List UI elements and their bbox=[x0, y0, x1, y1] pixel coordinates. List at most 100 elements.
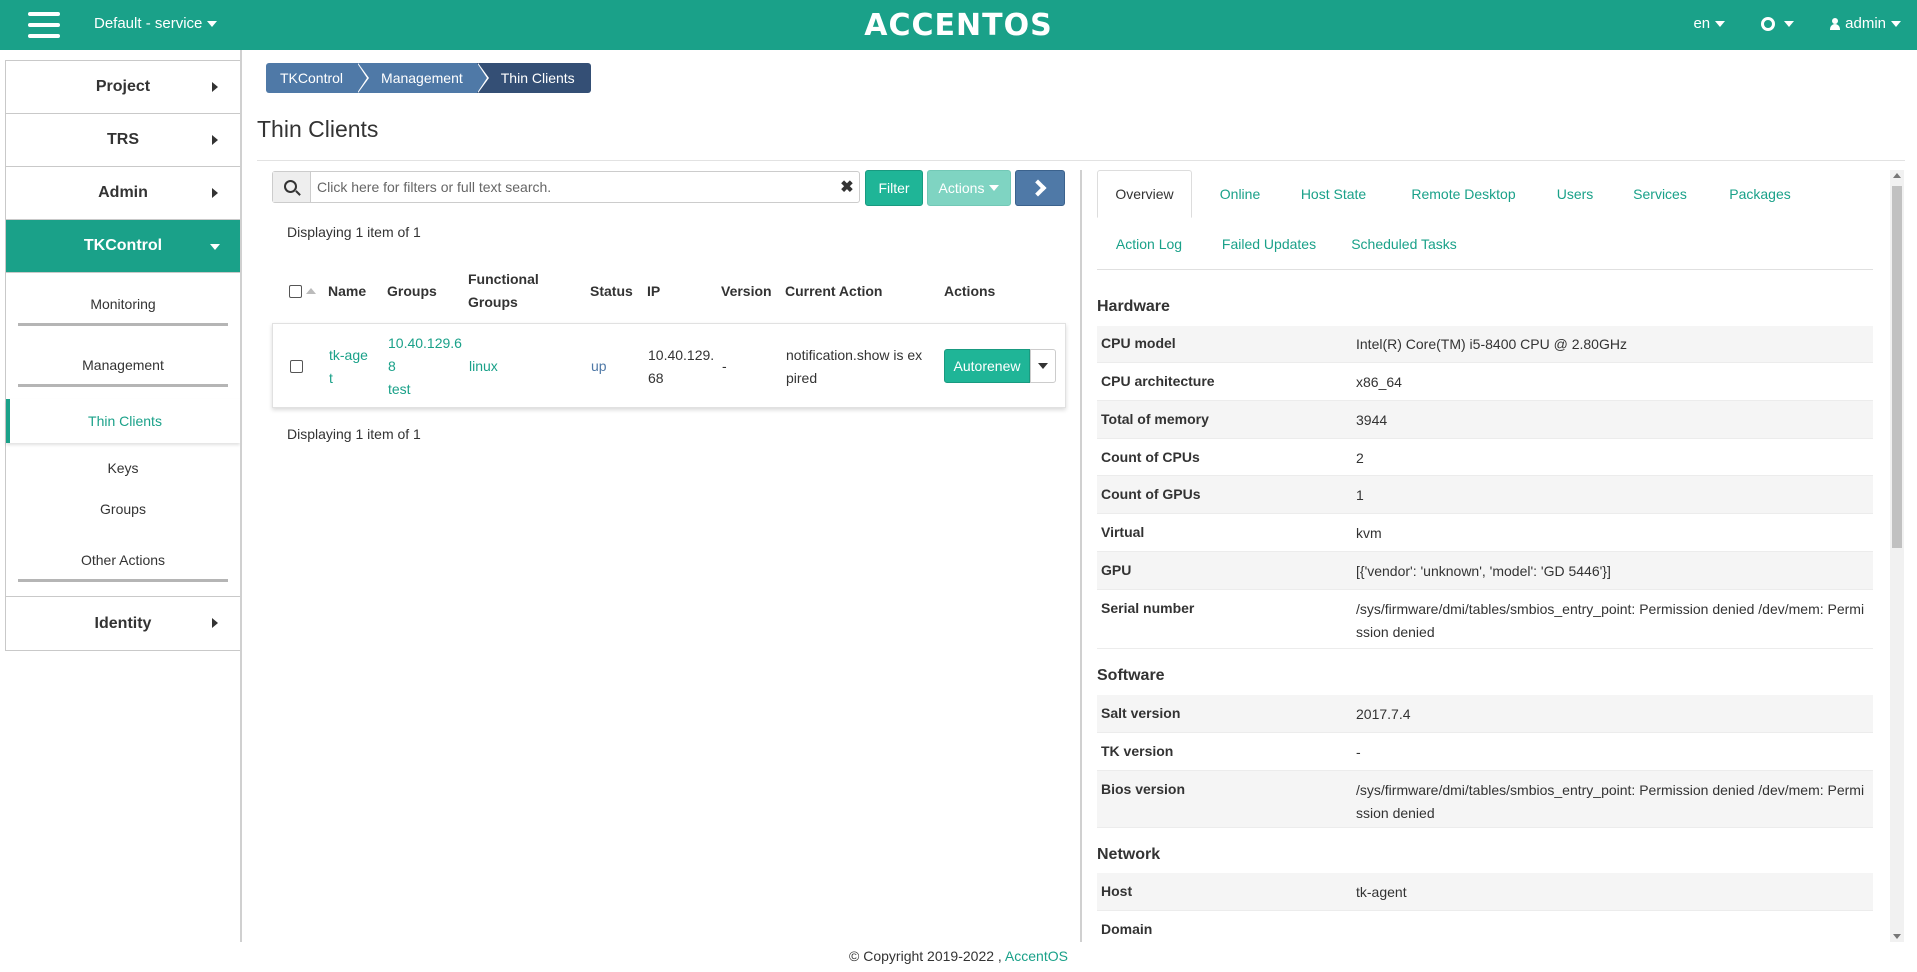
filter-button[interactable]: Filter bbox=[865, 170, 923, 206]
tab-users[interactable]: Users bbox=[1544, 170, 1606, 218]
column-header-functional-groups[interactable]: Functional Groups bbox=[468, 265, 539, 317]
row-actions-dropdown-toggle[interactable] bbox=[1030, 349, 1056, 383]
select-all-checkbox[interactable] bbox=[289, 284, 302, 298]
menu-toggle-icon[interactable] bbox=[28, 12, 60, 38]
breadcrumb-item-management[interactable]: Management bbox=[357, 63, 489, 93]
next-button[interactable] bbox=[1015, 170, 1065, 206]
select-all-cell bbox=[289, 265, 316, 317]
sidebar-subgroup-monitoring[interactable]: Monitoring bbox=[6, 273, 240, 334]
detail-row-virtual: Virtual kvm bbox=[1097, 514, 1873, 552]
chevron-right-icon bbox=[212, 618, 218, 628]
scroll-up-icon[interactable] bbox=[1893, 173, 1901, 178]
detail-key: Total of memory bbox=[1101, 411, 1209, 427]
detail-value: Intel(R) Core(TM) i5-8400 CPU @ 2.80GHz bbox=[1356, 336, 1627, 352]
column-header-name[interactable]: Name bbox=[328, 265, 366, 317]
row-functional-group-link[interactable]: linux bbox=[469, 324, 498, 409]
tab-overview[interactable]: Overview bbox=[1097, 170, 1192, 218]
scroll-down-icon[interactable] bbox=[1893, 934, 1901, 939]
sidebar-item-label: Groups bbox=[100, 500, 146, 517]
detail-value: kvm bbox=[1356, 525, 1382, 541]
project-selector[interactable]: Default - service bbox=[94, 15, 218, 32]
sidebar-item-identity[interactable]: Identity bbox=[6, 597, 240, 650]
detail-row-bios-version: Bios version/sys/firmware/dmi/tables/smb… bbox=[1097, 771, 1873, 828]
table-header: Name Groups Functional Groups Status IP V… bbox=[272, 265, 1066, 317]
detail-row-serial-number: Serial number/sys/firmware/dmi/tables/sm… bbox=[1097, 590, 1873, 649]
sort-icon[interactable] bbox=[306, 288, 316, 294]
detail-key: Serial number bbox=[1101, 600, 1195, 616]
row-name-link[interactable]: tk-age t bbox=[329, 324, 368, 409]
detail-value: /sys/firmware/dmi/tables/smbios_entry_po… bbox=[1356, 782, 1865, 821]
actions-label: Actions bbox=[938, 180, 985, 196]
search-icon bbox=[284, 179, 297, 193]
row-name-text: t bbox=[329, 369, 333, 386]
chevron-down-icon bbox=[989, 185, 1000, 191]
item-count-bottom: Displaying 1 item of 1 bbox=[287, 426, 421, 442]
scroll-thumb[interactable] bbox=[1892, 186, 1902, 548]
sidebar-item-groups[interactable]: Groups bbox=[6, 488, 240, 529]
tab-scheduled-tasks[interactable]: Scheduled Tasks bbox=[1337, 220, 1471, 268]
chevron-right-icon bbox=[1029, 179, 1046, 197]
row-current-action-text: notification.show is ex bbox=[786, 346, 923, 363]
detail-value: [{'vendor': 'unknown', 'model': 'GD 5446… bbox=[1356, 563, 1611, 579]
row-name-text: tk-age bbox=[329, 346, 368, 363]
detail-value: 2 bbox=[1356, 450, 1364, 466]
breadcrumb-item-thin-clients[interactable]: Thin Clients bbox=[476, 63, 591, 93]
detail-row-gpu: GPU [{'vendor': 'unknown', 'model': 'GD 5… bbox=[1097, 552, 1873, 590]
detail-scrollbar[interactable] bbox=[1890, 170, 1904, 942]
breadcrumb-item-tkcontrol[interactable]: TKControl bbox=[266, 63, 370, 93]
detail-key: CPU model bbox=[1101, 335, 1176, 351]
sidebar-item-tkcontrol[interactable]: TKControl bbox=[6, 220, 240, 273]
sidebar-item-label: Admin bbox=[98, 184, 148, 201]
gear-icon bbox=[1761, 16, 1776, 31]
tab-packages[interactable]: Packages bbox=[1710, 170, 1810, 218]
row-current-action-text: pired bbox=[786, 369, 818, 386]
language-label: en bbox=[1693, 15, 1711, 32]
detail-row-salt-version: Salt version 2017.7.4 bbox=[1097, 695, 1873, 733]
detail-tabs: Overview Online Host State Remote Deskto… bbox=[1097, 170, 1873, 270]
sidebar-subgroup-other-actions[interactable]: Other Actions bbox=[6, 529, 240, 590]
tab-services[interactable]: Services bbox=[1615, 170, 1705, 218]
sidebar-item-label: Thin Clients bbox=[88, 413, 162, 429]
row-ip-text: 10.40.129. bbox=[648, 346, 715, 363]
sidebar-item-admin[interactable]: Admin bbox=[6, 167, 240, 220]
footer-link[interactable]: AccentOS bbox=[1005, 948, 1068, 964]
user-menu[interactable]: admin bbox=[1830, 15, 1901, 32]
column-header-current-action[interactable]: Current Action bbox=[785, 265, 882, 317]
chevron-down-icon bbox=[207, 21, 218, 28]
sidebar-subgroup-management[interactable]: Management bbox=[6, 334, 240, 395]
row-checkbox[interactable] bbox=[290, 360, 303, 373]
column-header-status[interactable]: Status bbox=[590, 265, 633, 317]
search-input[interactable] bbox=[311, 172, 835, 202]
sidebar-item-project[interactable]: Project bbox=[6, 61, 240, 114]
footer: © Copyright 2019-2022 , AccentOS bbox=[0, 948, 1917, 964]
column-header-groups[interactable]: Groups bbox=[387, 265, 437, 317]
tab-failed-updates[interactable]: Failed Updates bbox=[1210, 220, 1328, 268]
detail-value: 2017.7.4 bbox=[1356, 706, 1411, 722]
detail-key: Count of GPUs bbox=[1101, 486, 1201, 502]
autorenew-button[interactable]: Autorenew bbox=[944, 349, 1030, 383]
column-header-version[interactable]: Version bbox=[721, 265, 772, 317]
tab-host-state[interactable]: Host State bbox=[1287, 170, 1380, 218]
logo: ACCENTOS bbox=[864, 8, 1053, 43]
sidebar-item-trs[interactable]: TRS bbox=[6, 114, 240, 167]
detail-key: Count of CPUs bbox=[1101, 449, 1200, 465]
tab-remote-desktop[interactable]: Remote Desktop bbox=[1390, 170, 1537, 218]
column-header-ip[interactable]: IP bbox=[647, 265, 660, 317]
section-title-network: Network bbox=[1097, 846, 1161, 863]
clear-icon[interactable]: ✖ bbox=[835, 172, 859, 202]
detail-value: 3944 bbox=[1356, 412, 1388, 428]
settings-menu[interactable] bbox=[1761, 16, 1795, 31]
actions-dropdown-button[interactable]: Actions bbox=[927, 170, 1011, 206]
tab-online[interactable]: Online bbox=[1203, 170, 1277, 218]
detail-row-domain: Domain bbox=[1097, 911, 1873, 941]
row-groups-link[interactable]: 10.40.129.6 8 test bbox=[388, 324, 462, 409]
detail-key: Domain bbox=[1101, 921, 1153, 937]
sidebar-subgroup-label: Other Actions bbox=[80, 551, 166, 568]
language-selector[interactable]: en bbox=[1693, 15, 1726, 32]
sidebar-item-keys[interactable]: Keys bbox=[6, 447, 240, 488]
tab-action-log[interactable]: Action Log bbox=[1097, 220, 1201, 268]
sidebar-item-label: Identity bbox=[94, 614, 152, 632]
table-row[interactable]: tk-age t 10.40.129.6 8 test linux up 10.40.… bbox=[272, 323, 1066, 408]
sidebar-item-thin-clients[interactable]: Thin Clients bbox=[6, 399, 240, 443]
project-selector-label: Default - service bbox=[94, 15, 203, 32]
